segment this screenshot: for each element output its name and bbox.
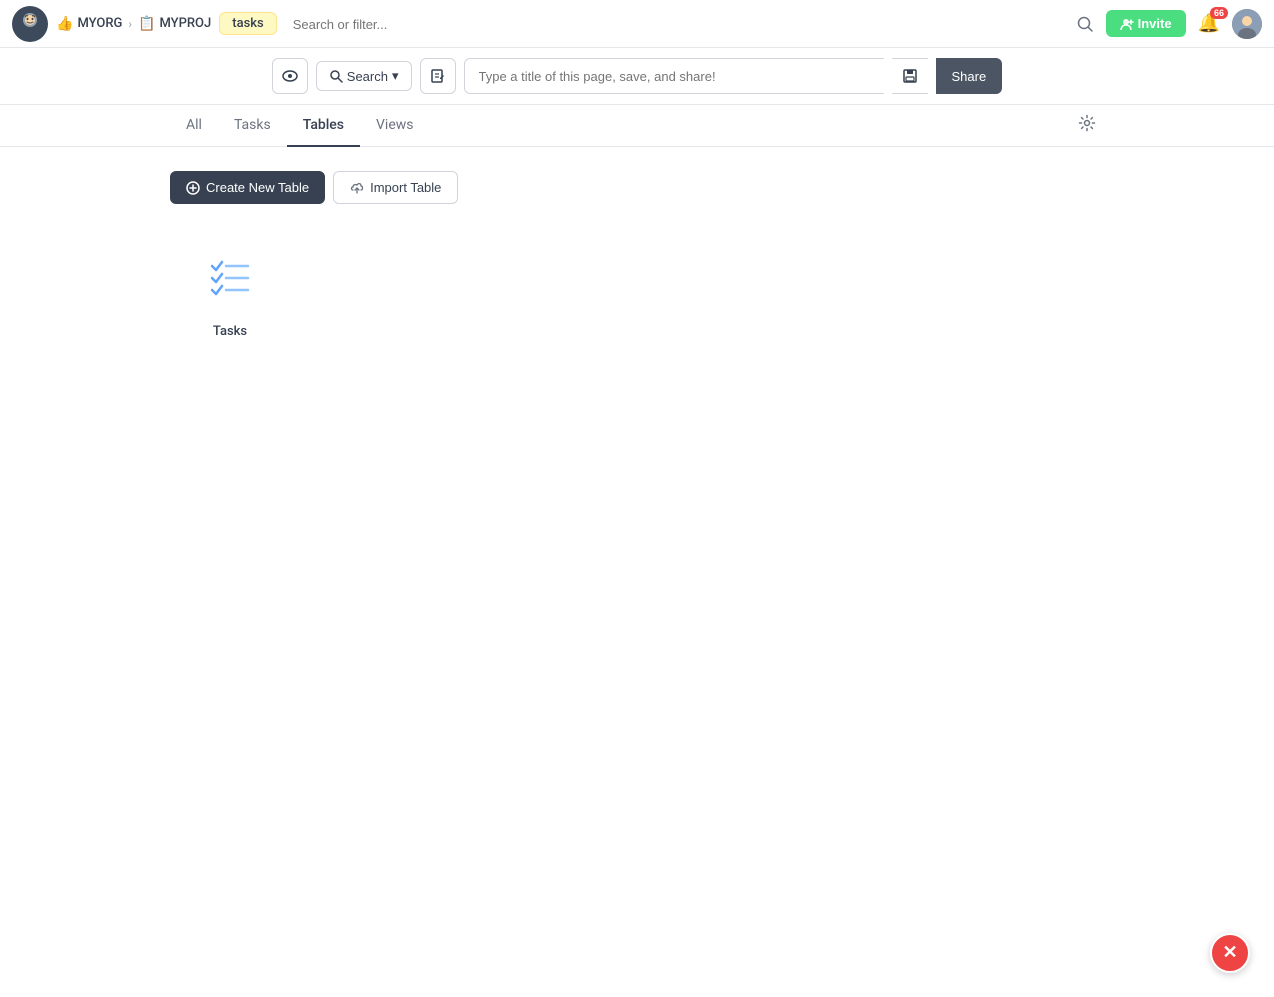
- edit-button[interactable]: [420, 58, 456, 94]
- import-table-button[interactable]: Import Table: [333, 171, 458, 204]
- eye-icon: [281, 67, 299, 85]
- share-button[interactable]: Share: [936, 58, 1003, 94]
- invite-label: Invite: [1138, 16, 1172, 31]
- toolbar: Search ▾ Share: [0, 48, 1274, 105]
- create-new-table-button[interactable]: Create New Table: [170, 171, 325, 204]
- main-content: Create New Table Import Table: [0, 147, 1274, 363]
- invite-icon: [1120, 17, 1134, 31]
- proj-link[interactable]: 📋 MYPROJ: [138, 16, 211, 32]
- close-icon: ✕: [1222, 944, 1237, 962]
- proj-label: MYPROJ: [159, 16, 211, 31]
- navbar-search-area: [293, 14, 693, 33]
- import-label: Import Table: [370, 180, 441, 195]
- notification-badge: 66: [1210, 7, 1228, 19]
- tables-grid: Tasks: [170, 236, 1104, 339]
- breadcrumb-chevron: ›: [128, 17, 132, 31]
- navbar-search-input[interactable]: [293, 17, 693, 32]
- settings-button[interactable]: [1070, 106, 1104, 145]
- table-pill[interactable]: tasks: [219, 12, 277, 35]
- table-card-icon: [190, 236, 270, 316]
- plus-icon: [186, 181, 200, 195]
- edit-icon: [430, 68, 446, 84]
- breadcrumb: 👍 MYORG › 📋 MYPROJ: [56, 16, 211, 32]
- save-icon: [902, 68, 918, 84]
- tabs-bar: All Tasks Tables Views: [0, 105, 1274, 147]
- navbar-right: Invite 🔔 66: [1072, 9, 1262, 39]
- app-avatar: [12, 6, 48, 42]
- preview-button[interactable]: [272, 58, 308, 94]
- search-dropdown-icon: ▾: [392, 68, 399, 84]
- search-icon: [1076, 15, 1094, 33]
- org-label: MYORG: [77, 16, 122, 31]
- user-avatar-image: [1232, 9, 1262, 39]
- close-button[interactable]: ✕: [1210, 933, 1250, 973]
- search-btn-icon: [329, 69, 343, 83]
- invite-button[interactable]: Invite: [1106, 10, 1186, 37]
- tab-all[interactable]: All: [170, 105, 218, 147]
- navbar: 👍 MYORG › 📋 MYPROJ tasks Invite: [0, 0, 1274, 48]
- task-list-icon: [202, 248, 258, 304]
- tab-tables[interactable]: Tables: [287, 105, 360, 147]
- gear-icon: [1078, 114, 1096, 132]
- tab-views[interactable]: Views: [360, 105, 430, 147]
- org-icon: 👍: [56, 16, 73, 32]
- cloud-upload-icon: [350, 181, 364, 195]
- search-btn-label: Search: [347, 69, 388, 84]
- tab-tasks[interactable]: Tasks: [218, 105, 287, 147]
- page-title-input[interactable]: [464, 58, 884, 94]
- table-card[interactable]: Tasks: [170, 236, 290, 339]
- user-avatar[interactable]: [1232, 9, 1262, 39]
- proj-icon: 📋: [138, 16, 155, 32]
- search-button[interactable]: Search ▾: [316, 61, 412, 91]
- create-new-label: Create New Table: [206, 180, 309, 195]
- org-link[interactable]: 👍 MYORG: [56, 16, 122, 32]
- share-label: Share: [952, 69, 987, 84]
- notification-button[interactable]: 🔔 66: [1194, 9, 1224, 38]
- global-search-button[interactable]: [1072, 11, 1098, 37]
- table-card-label: Tasks: [213, 324, 247, 339]
- action-buttons: Create New Table Import Table: [170, 171, 1104, 204]
- save-icon-button[interactable]: [892, 58, 928, 94]
